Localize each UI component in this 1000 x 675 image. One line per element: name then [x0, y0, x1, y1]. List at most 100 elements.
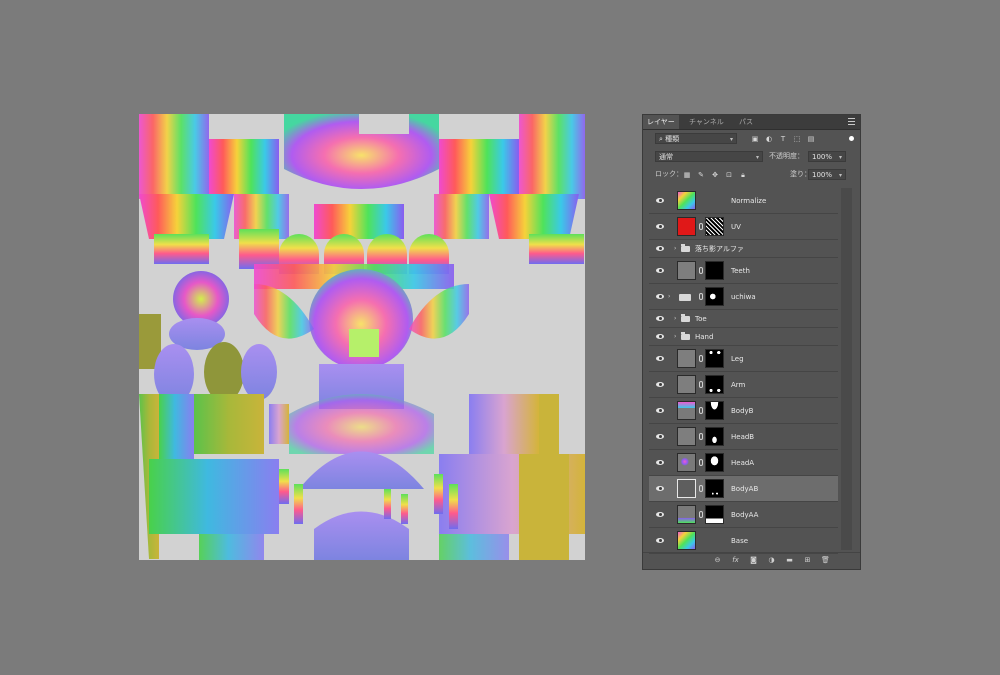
eye-icon[interactable] — [656, 355, 664, 362]
chevron-right-icon[interactable]: › — [668, 293, 670, 300]
layer-mask-thumbnail[interactable] — [705, 375, 724, 394]
layer-row[interactable]: Base — [649, 528, 838, 554]
layer-name[interactable]: Normalize — [731, 196, 766, 206]
layer-name[interactable]: BodyAB — [731, 484, 758, 494]
layer-name[interactable]: BodyAA — [731, 510, 758, 520]
link-layers-icon[interactable]: ⊖ — [713, 556, 722, 565]
document-canvas[interactable] — [139, 114, 585, 560]
opacity-input[interactable]: 100% ▾ — [808, 151, 846, 162]
layer-row[interactable]: HeadA — [649, 450, 838, 476]
layer-row[interactable]: › Hand — [649, 328, 838, 346]
layer-row[interactable]: BodyAA — [649, 502, 838, 528]
chain-link-icon[interactable] — [699, 459, 703, 466]
eye-icon[interactable] — [656, 381, 664, 388]
layer-row[interactable]: Normalize — [649, 188, 838, 214]
eye-icon[interactable] — [656, 407, 664, 414]
eye-icon[interactable] — [656, 223, 664, 230]
adjustment-layer-icon[interactable]: ◑ — [767, 556, 776, 565]
layer-thumbnail[interactable] — [677, 401, 696, 420]
layer-name[interactable]: UV — [731, 222, 741, 232]
layer-row[interactable]: BodyAB — [649, 476, 838, 502]
layer-mask-thumbnail[interactable] — [705, 349, 724, 368]
type-filter-icon[interactable]: T — [779, 135, 787, 143]
panel-menu-icon[interactable] — [848, 118, 855, 125]
layer-thumbnail[interactable] — [677, 453, 696, 472]
layer-name[interactable]: Hand — [695, 332, 713, 342]
filter-kind-select[interactable]: ⌕ 種類 ▾ — [655, 133, 737, 144]
chain-link-icon[interactable] — [699, 223, 703, 230]
layer-row[interactable]: › 落ち影アルファ — [649, 240, 838, 258]
layer-thumbnail[interactable] — [677, 217, 696, 236]
layer-mask-thumbnail[interactable] — [705, 287, 724, 306]
chevron-right-icon[interactable]: › — [674, 333, 676, 341]
layer-row[interactable]: Leg — [649, 346, 838, 372]
delete-layer-icon[interactable]: 🗑︎ — [821, 556, 830, 565]
lock-image-icon[interactable]: ✎ — [697, 171, 705, 179]
layer-row[interactable]: Teeth — [649, 258, 838, 284]
blend-mode-select[interactable]: 通常 ▾ — [655, 151, 763, 162]
tab-channels[interactable]: チャンネル — [685, 115, 728, 129]
fill-input[interactable]: 100% ▾ — [808, 169, 846, 180]
chain-link-icon[interactable] — [699, 511, 703, 518]
layer-thumbnail[interactable] — [677, 505, 696, 524]
eye-icon[interactable] — [656, 333, 664, 340]
eye-icon[interactable] — [656, 459, 664, 466]
layer-name[interactable]: Base — [731, 536, 748, 546]
layer-row[interactable]: BodyB — [649, 398, 838, 424]
layer-thumbnail[interactable] — [677, 261, 696, 280]
filter-toggle[interactable] — [849, 136, 854, 141]
layer-row[interactable]: HeadB — [649, 424, 838, 450]
layer-name[interactable]: Leg — [731, 354, 744, 364]
layer-name[interactable]: 落ち影アルファ — [695, 244, 744, 254]
layer-mask-thumbnail[interactable] — [705, 261, 724, 280]
chevron-right-icon[interactable]: › — [674, 315, 676, 323]
chain-link-icon[interactable] — [699, 355, 703, 362]
chain-link-icon[interactable] — [699, 381, 703, 388]
layer-row[interactable]: › Toe — [649, 310, 838, 328]
eye-icon[interactable] — [656, 293, 664, 300]
new-group-icon[interactable]: ▬ — [785, 556, 794, 565]
image-filter-icon[interactable]: ▣ — [751, 135, 759, 143]
layer-name[interactable]: HeadA — [731, 458, 754, 468]
eye-icon[interactable] — [656, 485, 664, 492]
layer-row[interactable]: Arm — [649, 372, 838, 398]
layer-thumbnail[interactable] — [677, 427, 696, 446]
layer-mask-thumbnail[interactable] — [705, 479, 724, 498]
lock-position-icon[interactable]: ✥ — [711, 171, 719, 179]
chain-link-icon[interactable] — [699, 407, 703, 414]
layer-name[interactable]: Teeth — [731, 266, 750, 276]
tab-paths[interactable]: パス — [735, 115, 757, 129]
eye-icon[interactable] — [656, 433, 664, 440]
fx-icon[interactable]: fx — [731, 556, 740, 565]
chevron-right-icon[interactable]: › — [674, 245, 676, 253]
shape-filter-icon[interactable]: ⬚ — [793, 135, 801, 143]
layer-thumbnail[interactable] — [677, 531, 696, 550]
smart-object-filter-icon[interactable]: ▤ — [807, 135, 815, 143]
layer-mask-thumbnail[interactable] — [705, 453, 724, 472]
layer-name[interactable]: uchiwa — [731, 292, 756, 302]
layer-name[interactable]: BodyB — [731, 406, 753, 416]
eye-icon[interactable] — [656, 267, 664, 274]
layer-row[interactable]: › uchiwa — [649, 284, 838, 310]
eye-icon[interactable] — [656, 315, 664, 322]
lock-transparent-icon[interactable]: ▦ — [683, 171, 691, 179]
layer-name[interactable]: HeadB — [731, 432, 754, 442]
layer-mask-thumbnail[interactable] — [705, 427, 724, 446]
eye-icon[interactable] — [656, 537, 664, 544]
adjustment-filter-icon[interactable]: ◐ — [765, 135, 773, 143]
add-mask-icon[interactable]: ◙ — [749, 556, 758, 565]
layer-name[interactable]: Arm — [731, 380, 745, 390]
lock-artboard-icon[interactable]: ⊡ — [725, 171, 733, 179]
eye-icon[interactable] — [656, 197, 664, 204]
layer-thumbnail[interactable] — [677, 349, 696, 368]
chain-link-icon[interactable] — [699, 293, 703, 300]
layer-mask-thumbnail[interactable] — [705, 217, 724, 236]
chain-link-icon[interactable] — [699, 267, 703, 274]
layer-name[interactable]: Toe — [695, 314, 707, 324]
layer-list-scrollbar[interactable] — [841, 188, 852, 550]
chain-link-icon[interactable] — [699, 485, 703, 492]
eye-icon[interactable] — [656, 511, 664, 518]
eye-icon[interactable] — [656, 245, 664, 252]
layer-thumbnail[interactable] — [677, 479, 696, 498]
layer-thumbnail[interactable] — [677, 191, 696, 210]
